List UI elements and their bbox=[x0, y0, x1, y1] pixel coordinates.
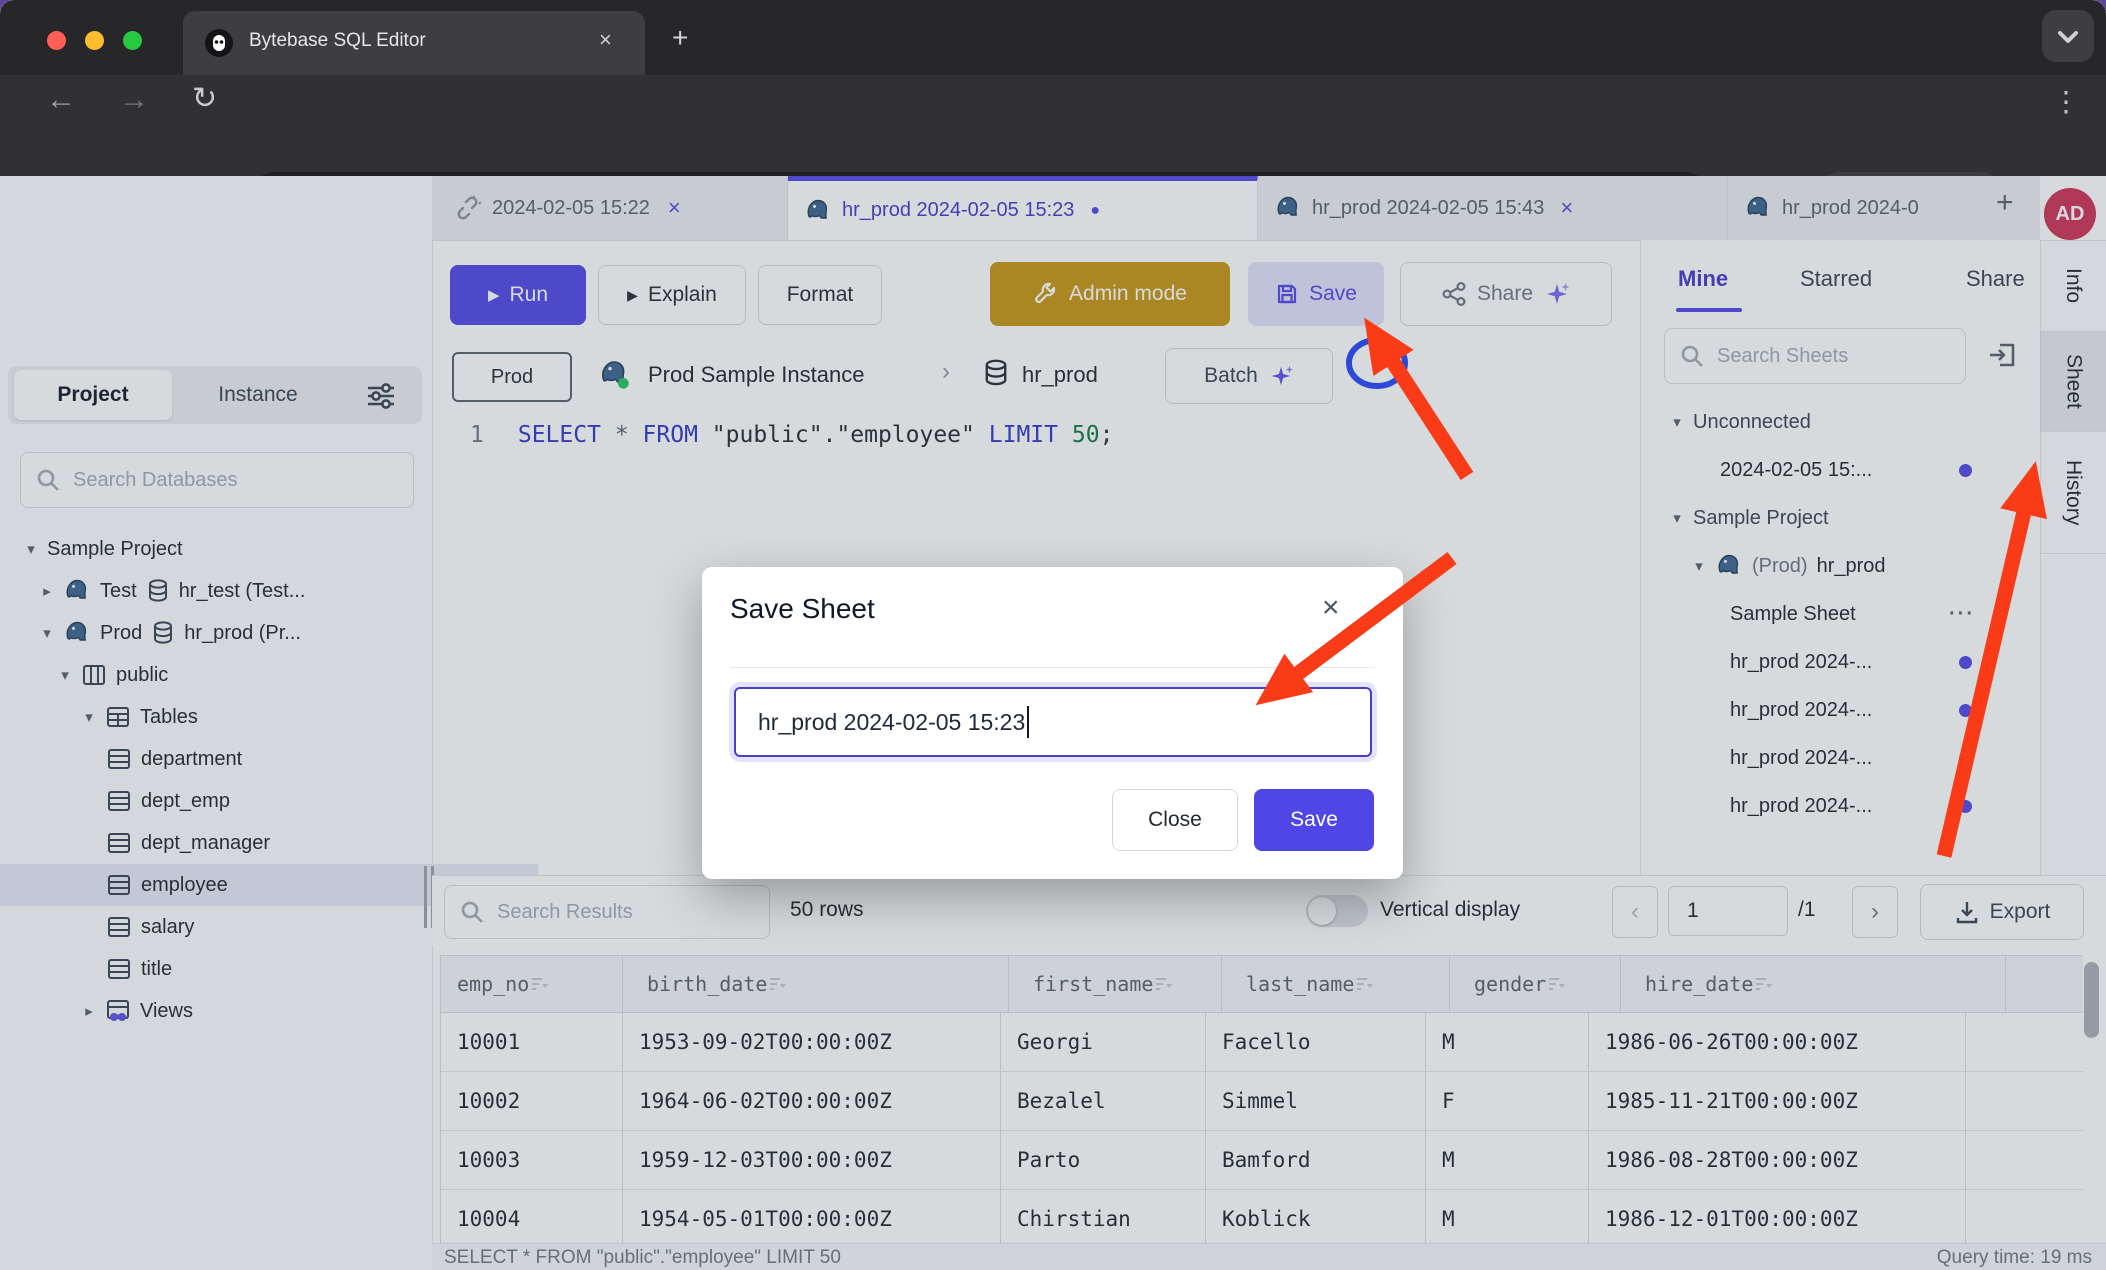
reload-icon[interactable]: ↻ bbox=[192, 81, 217, 116]
dialog-title: Save Sheet bbox=[730, 593, 875, 625]
traffic-close-button[interactable] bbox=[47, 31, 66, 50]
chevron-down-icon bbox=[2042, 10, 2094, 62]
dialog-close-icon[interactable]: × bbox=[1322, 591, 1340, 625]
sheet-name-input[interactable]: hr_prod 2024-02-05 15:23 bbox=[734, 687, 1372, 757]
dialog-divider bbox=[730, 667, 1375, 668]
browser-tab-close-icon[interactable]: × bbox=[599, 27, 612, 53]
back-icon[interactable]: ← bbox=[46, 83, 76, 117]
tab-search-button[interactable] bbox=[2042, 10, 2094, 62]
sheet-name-value: hr_prod 2024-02-05 15:23 bbox=[758, 709, 1025, 736]
traffic-minimize-button[interactable] bbox=[85, 31, 104, 50]
browser-tabstrip: Bytebase SQL Editor × + bbox=[0, 0, 2106, 75]
dialog-close-button[interactable]: Close bbox=[1112, 789, 1238, 851]
text-cursor bbox=[1027, 706, 1029, 738]
browser-menu-icon[interactable]: ⋮ bbox=[2052, 85, 2080, 118]
browser-tab[interactable]: Bytebase SQL Editor × bbox=[183, 11, 645, 75]
bytebase-favicon bbox=[205, 29, 233, 57]
dialog-save-button[interactable]: Save bbox=[1254, 789, 1374, 851]
save-sheet-dialog: Save Sheet × hr_prod 2024-02-05 15:23 Cl… bbox=[702, 567, 1403, 879]
traffic-zoom-button[interactable] bbox=[123, 31, 142, 50]
new-browser-tab-button[interactable]: + bbox=[672, 22, 688, 54]
browser-navbar: ← → ↻ ⓘ localhost:8080/sql-editor/prod-s… bbox=[0, 75, 2106, 176]
browser-tab-title: Bytebase SQL Editor bbox=[249, 30, 426, 52]
browser-window: Bytebase SQL Editor × + ← → ↻ ⓘ localhos… bbox=[0, 0, 2106, 1270]
forward-icon[interactable]: → bbox=[119, 83, 149, 117]
